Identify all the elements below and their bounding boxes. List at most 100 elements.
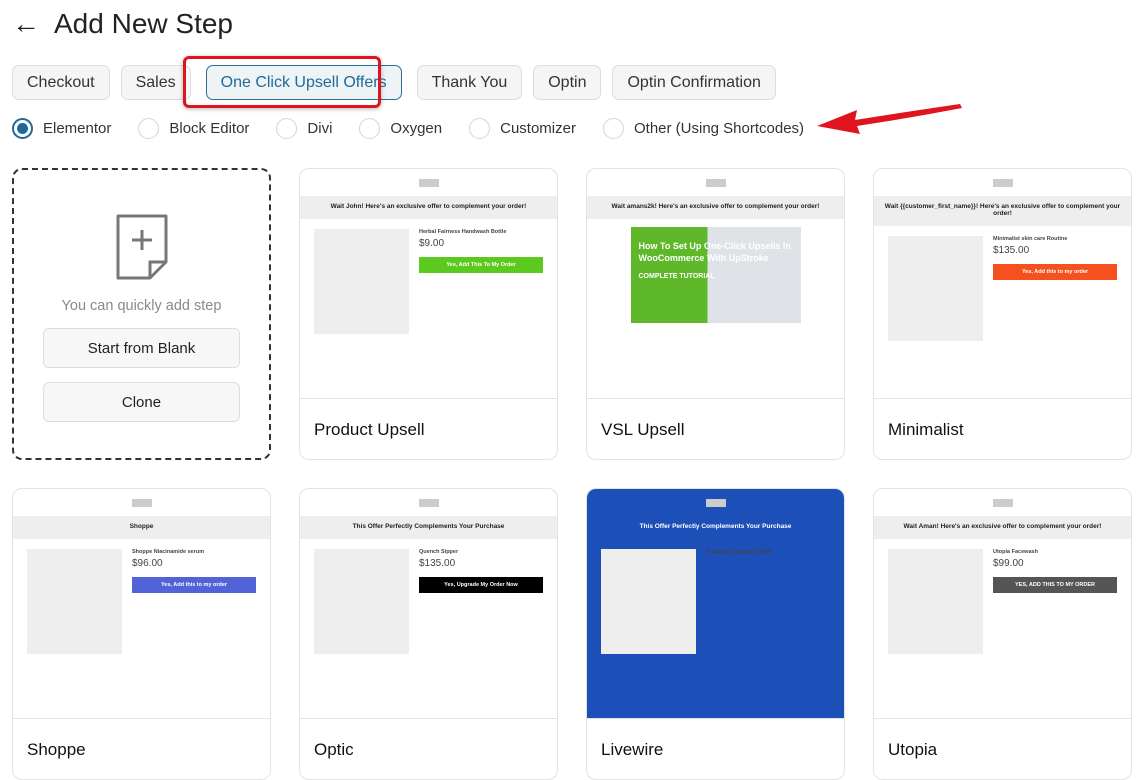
start-from-blank-button[interactable]: Start from Blank bbox=[43, 328, 240, 368]
preview-logo bbox=[992, 498, 1013, 507]
arrow-left-icon[interactable]: ← bbox=[12, 10, 40, 38]
template-grid: You can quickly add step Start from Blan… bbox=[12, 168, 1132, 780]
template-preview[interactable]: Wait John! Here's an exclusive offer to … bbox=[300, 169, 557, 399]
preview-product-row: Amazing Shampoo Bottle bbox=[587, 539, 844, 664]
preview-product-image bbox=[314, 549, 409, 654]
preview-cta-button: Yes, Add this to my order bbox=[132, 577, 256, 593]
template-name: Minimalist bbox=[888, 420, 964, 439]
preview-product-info: Herbal Fairness Handwash Bottle $9.00 Yes,… bbox=[419, 229, 543, 334]
template-card[interactable]: Wait {{customer_first_name}}! Here's an … bbox=[873, 168, 1132, 460]
template-card[interactable]: Wait John! Here's an exclusive offer to … bbox=[299, 168, 558, 460]
template-card[interactable]: This Offer Perfectly Complements Your Pu… bbox=[586, 488, 845, 780]
radio-circle[interactable] bbox=[469, 118, 491, 139]
preview-logo bbox=[418, 498, 439, 507]
page-header: ← Add New Step bbox=[12, 8, 233, 40]
preview-product-info: Quench Sipper $135.00 Yes, Upgrade My Orde… bbox=[419, 549, 543, 654]
preview-product-image bbox=[888, 236, 983, 341]
template-preview[interactable]: Wait {{customer_first_name}}! Here's an … bbox=[874, 169, 1131, 399]
preview-product-info: Utopia Facewash $99.00 YES, ADD THIS TO MY… bbox=[993, 549, 1117, 654]
preview-headline: Wait {{customer_first_name}}! Here's an … bbox=[884, 203, 1121, 217]
preview-product-name: Shoppe Niacinamide serum bbox=[132, 549, 205, 555]
preview-logo bbox=[418, 178, 439, 187]
radio-divi[interactable]: Divi bbox=[276, 118, 332, 139]
template-preview[interactable]: This Offer Perfectly Complements Your Pu… bbox=[300, 489, 557, 719]
preview-product-row: Herbal Fairness Handwash Bottle $9.00 Yes,… bbox=[300, 219, 557, 344]
preview-price: $99.00 bbox=[993, 558, 1024, 569]
add-file-icon bbox=[116, 214, 167, 280]
template-name: VSL Upsell bbox=[601, 420, 685, 439]
preview-cta-button: Yes, Add this to my order bbox=[993, 264, 1117, 280]
template-preview[interactable]: Wait amans2k! Here's an exclusive offer … bbox=[587, 169, 844, 399]
preview-header bbox=[874, 169, 1131, 197]
preview-logo bbox=[705, 498, 726, 507]
preview-product-image bbox=[314, 229, 409, 334]
template-preview[interactable]: Shoppe Shoppe Niacinamide serum $96.00 Yes,… bbox=[13, 489, 270, 719]
preview-product-name: Utopia Facewash bbox=[993, 549, 1038, 555]
template-name: Livewire bbox=[601, 740, 664, 759]
preview-header bbox=[300, 169, 557, 197]
template-preview[interactable]: Wait Aman! Here's an exclusive offer to … bbox=[874, 489, 1131, 719]
preview-headline: Wait amans2k! Here's an exclusive offer … bbox=[611, 203, 820, 210]
preview-headline: Shoppe bbox=[129, 523, 154, 530]
preview-product-name: Amazing Shampoo Bottle bbox=[706, 549, 773, 555]
preview-logo bbox=[992, 178, 1013, 187]
preview-video-caption: COMPLETE TUTORIAL bbox=[638, 273, 715, 281]
preview-offer-banner: Wait amans2k! Here's an exclusive offer … bbox=[587, 197, 844, 219]
template-name: Shoppe bbox=[27, 740, 86, 759]
preview-headline: Wait Aman! Here's an exclusive offer to … bbox=[903, 523, 1102, 530]
radio-circle[interactable] bbox=[12, 118, 33, 139]
page-title: Add New Step bbox=[54, 8, 233, 39]
radio-label: Other (Using Shortcodes) bbox=[633, 120, 805, 137]
radio-circle[interactable] bbox=[359, 118, 381, 139]
radio-customizer[interactable]: Customizer bbox=[469, 118, 576, 139]
preview-product-image bbox=[888, 549, 983, 654]
tab-optin-confirmation[interactable]: Optin Confirmation bbox=[612, 65, 776, 100]
preview-header bbox=[300, 489, 557, 517]
tab-one-click-upsell-offers[interactable]: One Click Upsell Offers bbox=[205, 65, 402, 100]
preview-product-image bbox=[27, 549, 122, 654]
preview-header bbox=[587, 169, 844, 197]
red-arrow-annotation bbox=[817, 104, 962, 134]
preview-video[interactable]: How To Set Up One-Click Upsells In WooCo… bbox=[630, 227, 801, 323]
radio-label: Customizer bbox=[500, 120, 576, 137]
preview-header bbox=[587, 489, 844, 517]
preview-product-image bbox=[601, 549, 696, 654]
template-preview[interactable]: This Offer Perfectly Complements Your Pu… bbox=[587, 489, 844, 719]
tab-optin[interactable]: Optin bbox=[533, 65, 602, 100]
radio-label: Block Editor bbox=[169, 120, 250, 137]
radio-block-editor[interactable]: Block Editor bbox=[138, 118, 249, 139]
preview-cta-button: YES, ADD THIS TO MY ORDER bbox=[993, 577, 1117, 593]
template-card[interactable]: Wait Aman! Here's an exclusive offer to … bbox=[873, 488, 1132, 780]
preview-product-row: Minimalist skin care Routine $135.00 Yes, … bbox=[874, 226, 1131, 351]
radio-label: Divi bbox=[307, 120, 333, 137]
step-type-tabs: Checkout Sales One Click Upsell Offers T… bbox=[12, 65, 776, 100]
template-name: Product Upsell bbox=[314, 420, 425, 439]
builder-radio-group: Elementor Block Editor Divi Oxygen Custo… bbox=[12, 118, 804, 139]
preview-header bbox=[13, 489, 270, 517]
radio-circle[interactable] bbox=[602, 118, 624, 139]
clone-button[interactable]: Clone bbox=[43, 382, 240, 422]
tab-thank-you[interactable]: Thank You bbox=[416, 65, 523, 100]
preview-video-title: How To Set Up One-Click Upsells In WooCo… bbox=[638, 241, 791, 263]
tab-checkout[interactable]: Checkout bbox=[12, 65, 110, 100]
preview-logo bbox=[131, 498, 152, 507]
preview-cta-button: Yes, Add This To My Order bbox=[419, 257, 543, 273]
add-blank-step-card: You can quickly add step Start from Blan… bbox=[12, 168, 271, 460]
tab-sales[interactable]: Sales bbox=[120, 65, 191, 100]
template-card[interactable]: Wait amans2k! Here's an exclusive offer … bbox=[586, 168, 845, 460]
preview-product-info: Shoppe Niacinamide serum $96.00 Yes, Add t… bbox=[132, 549, 256, 654]
preview-headline: This Offer Perfectly Complements Your Pu… bbox=[352, 523, 505, 530]
radio-elementor[interactable]: Elementor bbox=[12, 118, 111, 139]
radio-other-shortcodes[interactable]: Other (Using Shortcodes) bbox=[602, 118, 805, 139]
template-card[interactable]: Shoppe Shoppe Niacinamide serum $96.00 Yes,… bbox=[12, 488, 271, 780]
template-name: Optic bbox=[314, 740, 354, 759]
preview-product-name: Minimalist skin care Routine bbox=[993, 236, 1068, 242]
radio-circle[interactable] bbox=[276, 118, 298, 139]
radio-label: Oxygen bbox=[390, 120, 443, 137]
preview-price: $9.00 bbox=[419, 238, 445, 249]
preview-headline: Wait John! Here's an exclusive offer to … bbox=[330, 203, 527, 210]
radio-oxygen[interactable]: Oxygen bbox=[359, 118, 442, 139]
preview-cta-button: Yes, Upgrade My Order Now bbox=[419, 577, 543, 593]
template-card[interactable]: This Offer Perfectly Complements Your Pu… bbox=[299, 488, 558, 780]
radio-circle[interactable] bbox=[138, 118, 160, 139]
